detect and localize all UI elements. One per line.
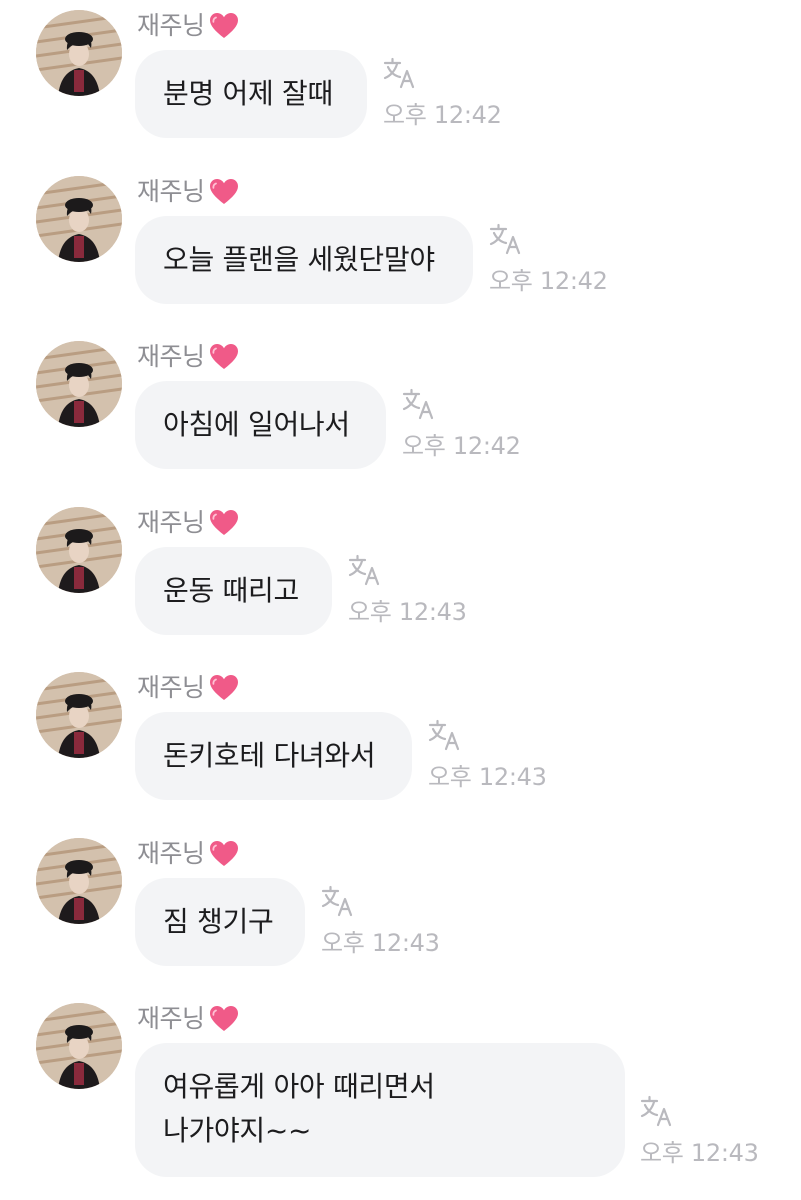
translate-icon[interactable] — [348, 552, 380, 586]
chat-message: 재주닝 짐 챙기구 오후 12:43 — [0, 828, 801, 988]
message-bubble[interactable]: 아침에 일어나서 — [135, 381, 386, 469]
message-time: 오후 12:43 — [321, 929, 440, 957]
message-bubble[interactable]: 운동 때리고 — [135, 547, 332, 635]
chat-message: 재주닝 오늘 플랜을 세웠단말야 오후 12:42 — [0, 166, 801, 326]
heart-icon — [209, 840, 239, 868]
sender-name: 재주닝 — [137, 11, 205, 40]
sender-name-row: 재주닝 — [137, 174, 239, 210]
translate-icon[interactable] — [489, 221, 521, 255]
heart-icon — [209, 1005, 239, 1033]
message-bubble[interactable]: 돈키호테 다녀와서 — [135, 712, 412, 800]
translate-icon[interactable] — [321, 883, 353, 917]
sender-name-row: 재주닝 — [137, 505, 239, 541]
heart-icon — [209, 12, 239, 40]
translate-icon[interactable] — [428, 717, 460, 751]
message-meta: 오후 12:43 — [640, 1093, 759, 1167]
message-meta: 오후 12:42 — [402, 386, 521, 460]
sender-name: 재주닝 — [137, 342, 205, 371]
heart-icon — [209, 178, 239, 206]
sender-name-row: 재주닝 — [137, 670, 239, 706]
message-time: 오후 12:43 — [640, 1139, 759, 1167]
sender-avatar[interactable] — [36, 1003, 122, 1089]
translate-icon[interactable] — [383, 55, 415, 89]
sender-avatar[interactable] — [36, 838, 122, 924]
heart-icon — [209, 343, 239, 371]
message-time: 오후 12:42 — [383, 101, 502, 129]
sender-name: 재주닝 — [137, 177, 205, 206]
chat-message: 재주닝 돈키호테 다녀와서 오후 12:43 — [0, 662, 801, 822]
message-time: 오후 12:42 — [489, 267, 608, 295]
translate-icon[interactable] — [402, 386, 434, 420]
heart-icon — [209, 674, 239, 702]
message-bubble[interactable]: 분명 어제 잘때 — [135, 50, 367, 138]
sender-name: 재주닝 — [137, 839, 205, 868]
message-time: 오후 12:42 — [402, 432, 521, 460]
message-time: 오후 12:43 — [348, 598, 467, 626]
sender-name: 재주닝 — [137, 1004, 205, 1033]
sender-avatar[interactable] — [36, 507, 122, 593]
message-meta: 오후 12:42 — [383, 55, 502, 129]
sender-avatar[interactable] — [36, 176, 122, 262]
chat-message: 재주닝 운동 때리고 오후 12:43 — [0, 497, 801, 657]
message-meta: 오후 12:43 — [428, 717, 547, 791]
sender-name-row: 재주닝 — [137, 836, 239, 872]
translate-icon[interactable] — [640, 1093, 672, 1127]
heart-icon — [209, 509, 239, 537]
sender-avatar[interactable] — [36, 341, 122, 427]
sender-name-row: 재주닝 — [137, 1001, 239, 1037]
message-bubble[interactable]: 여유롭게 아아 때리면서 나가야지~~ — [135, 1043, 625, 1177]
chat-message: 재주닝 분명 어제 잘때 오후 12:42 — [0, 0, 801, 160]
sender-name: 재주닝 — [137, 673, 205, 702]
message-bubble[interactable]: 짐 챙기구 — [135, 878, 305, 966]
message-time: 오후 12:43 — [428, 763, 547, 791]
message-meta: 오후 12:43 — [321, 883, 440, 957]
message-meta: 오후 12:42 — [489, 221, 608, 295]
sender-name: 재주닝 — [137, 508, 205, 537]
sender-avatar[interactable] — [36, 10, 122, 96]
sender-name-row: 재주닝 — [137, 8, 239, 44]
chat-message: 재주닝 아침에 일어나서 오후 12:42 — [0, 331, 801, 491]
sender-avatar[interactable] — [36, 672, 122, 758]
message-meta: 오후 12:43 — [348, 552, 467, 626]
message-bubble[interactable]: 오늘 플랜을 세웠단말야 — [135, 216, 473, 304]
chat-message: 재주닝 여유롭게 아아 때리면서 나가야지~~ 오후 12:43 — [0, 993, 801, 1200]
sender-name-row: 재주닝 — [137, 339, 239, 375]
